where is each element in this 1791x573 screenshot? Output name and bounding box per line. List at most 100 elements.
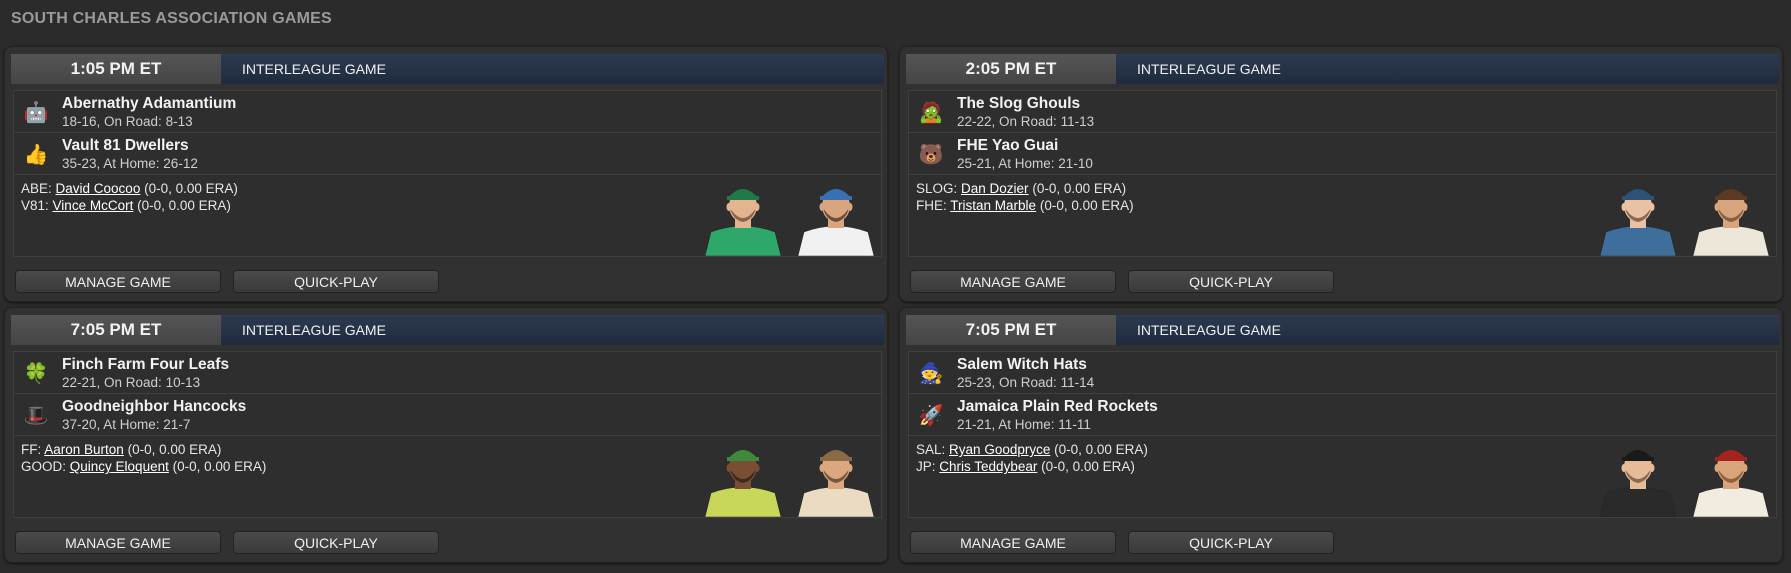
team-abbr: ABE: xyxy=(21,181,52,196)
game-card: 1:05 PM ET INTERLEAGUE GAME 🤖 Abernathy … xyxy=(4,46,888,302)
home-team-record: 37-20, At Home: 21-7 xyxy=(62,417,191,432)
manage-game-button[interactable]: MANAGE GAME xyxy=(910,270,1116,293)
away-team-row[interactable]: 🧟 The Slog Ghouls 22-22, On Road: 11-13 xyxy=(909,91,1776,133)
game-type: INTERLEAGUE GAME xyxy=(242,322,386,338)
pitcher-link[interactable]: Chris Teddybear xyxy=(939,459,1037,474)
player-portrait-icon xyxy=(797,450,875,517)
page-title: SOUTH CHARLES ASSOCIATION GAMES xyxy=(11,10,332,27)
games-grid: 1:05 PM ET INTERLEAGUE GAME 🤖 Abernathy … xyxy=(4,46,1787,569)
pitcher-stats: (0-0, 0.00 ERA) xyxy=(1054,442,1148,457)
pitcher-line: FF: Aaron Burton (0-0, 0.00 ERA) xyxy=(21,441,266,458)
game-type: INTERLEAGUE GAME xyxy=(1137,322,1281,338)
quick-play-button[interactable]: QUICK-PLAY xyxy=(233,531,439,554)
hancock-icon: 🎩 xyxy=(23,404,49,427)
home-team-record: 25-21, At Home: 21-10 xyxy=(957,156,1093,171)
player-portrait-icon xyxy=(1692,450,1770,517)
pitcher-link[interactable]: Aaron Burton xyxy=(44,442,124,457)
probable-pitchers: SAL: Ryan Goodpryce (0-0, 0.00 ERA) JP: … xyxy=(916,441,1148,475)
home-team-row[interactable]: 🚀 Jamaica Plain Red Rockets 21-21, At Ho… xyxy=(909,394,1776,436)
home-pitcher-portrait[interactable] xyxy=(1689,437,1773,517)
vault-boy-icon: 👍 xyxy=(23,143,49,166)
leprechaun-icon: 🍀 xyxy=(23,362,49,385)
quick-play-button[interactable]: QUICK-PLAY xyxy=(1128,270,1334,293)
away-team-row[interactable]: 🍀 Finch Farm Four Leafs 22-21, On Road: … xyxy=(14,352,881,394)
game-body: 🤖 Abernathy Adamantium 18-16, On Road: 8… xyxy=(13,90,882,257)
team-abbr: FF: xyxy=(21,442,42,457)
game-type: INTERLEAGUE GAME xyxy=(1137,61,1281,77)
pitcher-line: FHE: Tristan Marble (0-0, 0.00 ERA) xyxy=(916,197,1134,214)
game-body: 🧙 Salem Witch Hats 25-23, On Road: 11-14… xyxy=(908,351,1777,518)
away-team-record: 25-23, On Road: 11-14 xyxy=(957,375,1095,390)
away-team-name[interactable]: Salem Witch Hats xyxy=(957,356,1087,374)
player-portrait-icon xyxy=(704,189,782,256)
pitcher-link[interactable]: Ryan Goodpryce xyxy=(949,442,1050,457)
pitcher-stats: (0-0, 0.00 ERA) xyxy=(137,198,231,213)
probable-pitchers: ABE: David Coocoo (0-0, 0.00 ERA) V81: V… xyxy=(21,180,238,214)
away-team-record: 18-16, On Road: 8-13 xyxy=(62,114,193,129)
pitcher-line: JP: Chris Teddybear (0-0, 0.00 ERA) xyxy=(916,458,1148,475)
team-abbr: SAL: xyxy=(916,442,946,457)
team-abbr: GOOD: xyxy=(21,459,67,474)
manage-game-button[interactable]: MANAGE GAME xyxy=(910,531,1116,554)
quick-play-button[interactable]: QUICK-PLAY xyxy=(1128,531,1334,554)
away-team-row[interactable]: 🧙 Salem Witch Hats 25-23, On Road: 11-14 xyxy=(909,352,1776,394)
player-portrait-icon xyxy=(797,189,875,256)
team-abbr: V81: xyxy=(21,198,49,213)
away-pitcher-portrait[interactable] xyxy=(701,437,785,517)
player-portrait-icon xyxy=(1599,450,1677,517)
game-card: 7:05 PM ET INTERLEAGUE GAME 🧙 Salem Witc… xyxy=(899,307,1783,563)
game-card: 2:05 PM ET INTERLEAGUE GAME 🧟 The Slog G… xyxy=(899,46,1783,302)
away-team-name[interactable]: Finch Farm Four Leafs xyxy=(62,356,229,374)
team-abbr: JP: xyxy=(916,459,936,474)
home-pitcher-portrait[interactable] xyxy=(794,176,878,256)
game-time: 2:05 PM ET xyxy=(906,54,1116,84)
pitcher-line: V81: Vince McCort (0-0, 0.00 ERA) xyxy=(21,197,238,214)
pitcher-line: ABE: David Coocoo (0-0, 0.00 ERA) xyxy=(21,180,238,197)
away-team-name[interactable]: The Slog Ghouls xyxy=(957,95,1080,113)
home-team-row[interactable]: 👍 Vault 81 Dwellers 35-23, At Home: 26-1… xyxy=(14,133,881,175)
pitcher-line: SLOG: Dan Dozier (0-0, 0.00 ERA) xyxy=(916,180,1134,197)
pitcher-link[interactable]: Tristan Marble xyxy=(950,198,1036,213)
home-team-record: 35-23, At Home: 26-12 xyxy=(62,156,198,171)
team-abbr: SLOG: xyxy=(916,181,958,196)
probable-pitchers: FF: Aaron Burton (0-0, 0.00 ERA) GOOD: Q… xyxy=(21,441,266,475)
player-portrait-icon xyxy=(1599,189,1677,256)
away-team-row[interactable]: 🤖 Abernathy Adamantium 18-16, On Road: 8… xyxy=(14,91,881,133)
manage-game-button[interactable]: MANAGE GAME xyxy=(15,531,221,554)
pitcher-link[interactable]: Quincy Eloquent xyxy=(70,459,169,474)
away-team-name[interactable]: Abernathy Adamantium xyxy=(62,95,236,113)
pitcher-link[interactable]: Dan Dozier xyxy=(961,181,1029,196)
away-pitcher-portrait[interactable] xyxy=(701,176,785,256)
home-team-row[interactable]: 🎩 Goodneighbor Hancocks 37-20, At Home: … xyxy=(14,394,881,436)
away-team-record: 22-21, On Road: 10-13 xyxy=(62,375,201,390)
home-team-name[interactable]: Goodneighbor Hancocks xyxy=(62,398,246,416)
away-pitcher-portrait[interactable] xyxy=(1596,176,1680,256)
quick-play-button[interactable]: QUICK-PLAY xyxy=(233,270,439,293)
game-body: 🍀 Finch Farm Four Leafs 22-21, On Road: … xyxy=(13,351,882,518)
home-team-row[interactable]: 🐻 FHE Yao Guai 25-21, At Home: 21-10 xyxy=(909,133,1776,175)
home-team-name[interactable]: Jamaica Plain Red Rockets xyxy=(957,398,1158,416)
away-pitcher-portrait[interactable] xyxy=(1596,437,1680,517)
away-team-record: 22-22, On Road: 11-13 xyxy=(957,114,1095,129)
game-time: 1:05 PM ET xyxy=(11,54,221,84)
pitcher-link[interactable]: Vince McCort xyxy=(53,198,134,213)
pitcher-stats: (0-0, 0.00 ERA) xyxy=(1041,459,1135,474)
home-team-name[interactable]: FHE Yao Guai xyxy=(957,137,1058,155)
manage-game-button[interactable]: MANAGE GAME xyxy=(15,270,221,293)
bear-icon: 🐻 xyxy=(918,143,944,166)
game-time: 7:05 PM ET xyxy=(11,315,221,345)
robot-mascot-icon: 🤖 xyxy=(23,101,49,124)
home-team-name[interactable]: Vault 81 Dwellers xyxy=(62,137,189,155)
game-card: 7:05 PM ET INTERLEAGUE GAME 🍀 Finch Farm… xyxy=(4,307,888,563)
game-time: 7:05 PM ET xyxy=(906,315,1116,345)
witch-hat-icon: 🧙 xyxy=(918,362,944,385)
home-pitcher-portrait[interactable] xyxy=(1689,176,1773,256)
team-abbr: FHE: xyxy=(916,198,947,213)
rocket-icon: 🚀 xyxy=(918,404,944,427)
player-portrait-icon xyxy=(1692,189,1770,256)
probable-pitchers: SLOG: Dan Dozier (0-0, 0.00 ERA) FHE: Tr… xyxy=(916,180,1134,214)
pitcher-line: GOOD: Quincy Eloquent (0-0, 0.00 ERA) xyxy=(21,458,266,475)
pitcher-link[interactable]: David Coocoo xyxy=(56,181,141,196)
home-pitcher-portrait[interactable] xyxy=(794,437,878,517)
game-header: 2:05 PM ET INTERLEAGUE GAME xyxy=(906,54,1779,84)
